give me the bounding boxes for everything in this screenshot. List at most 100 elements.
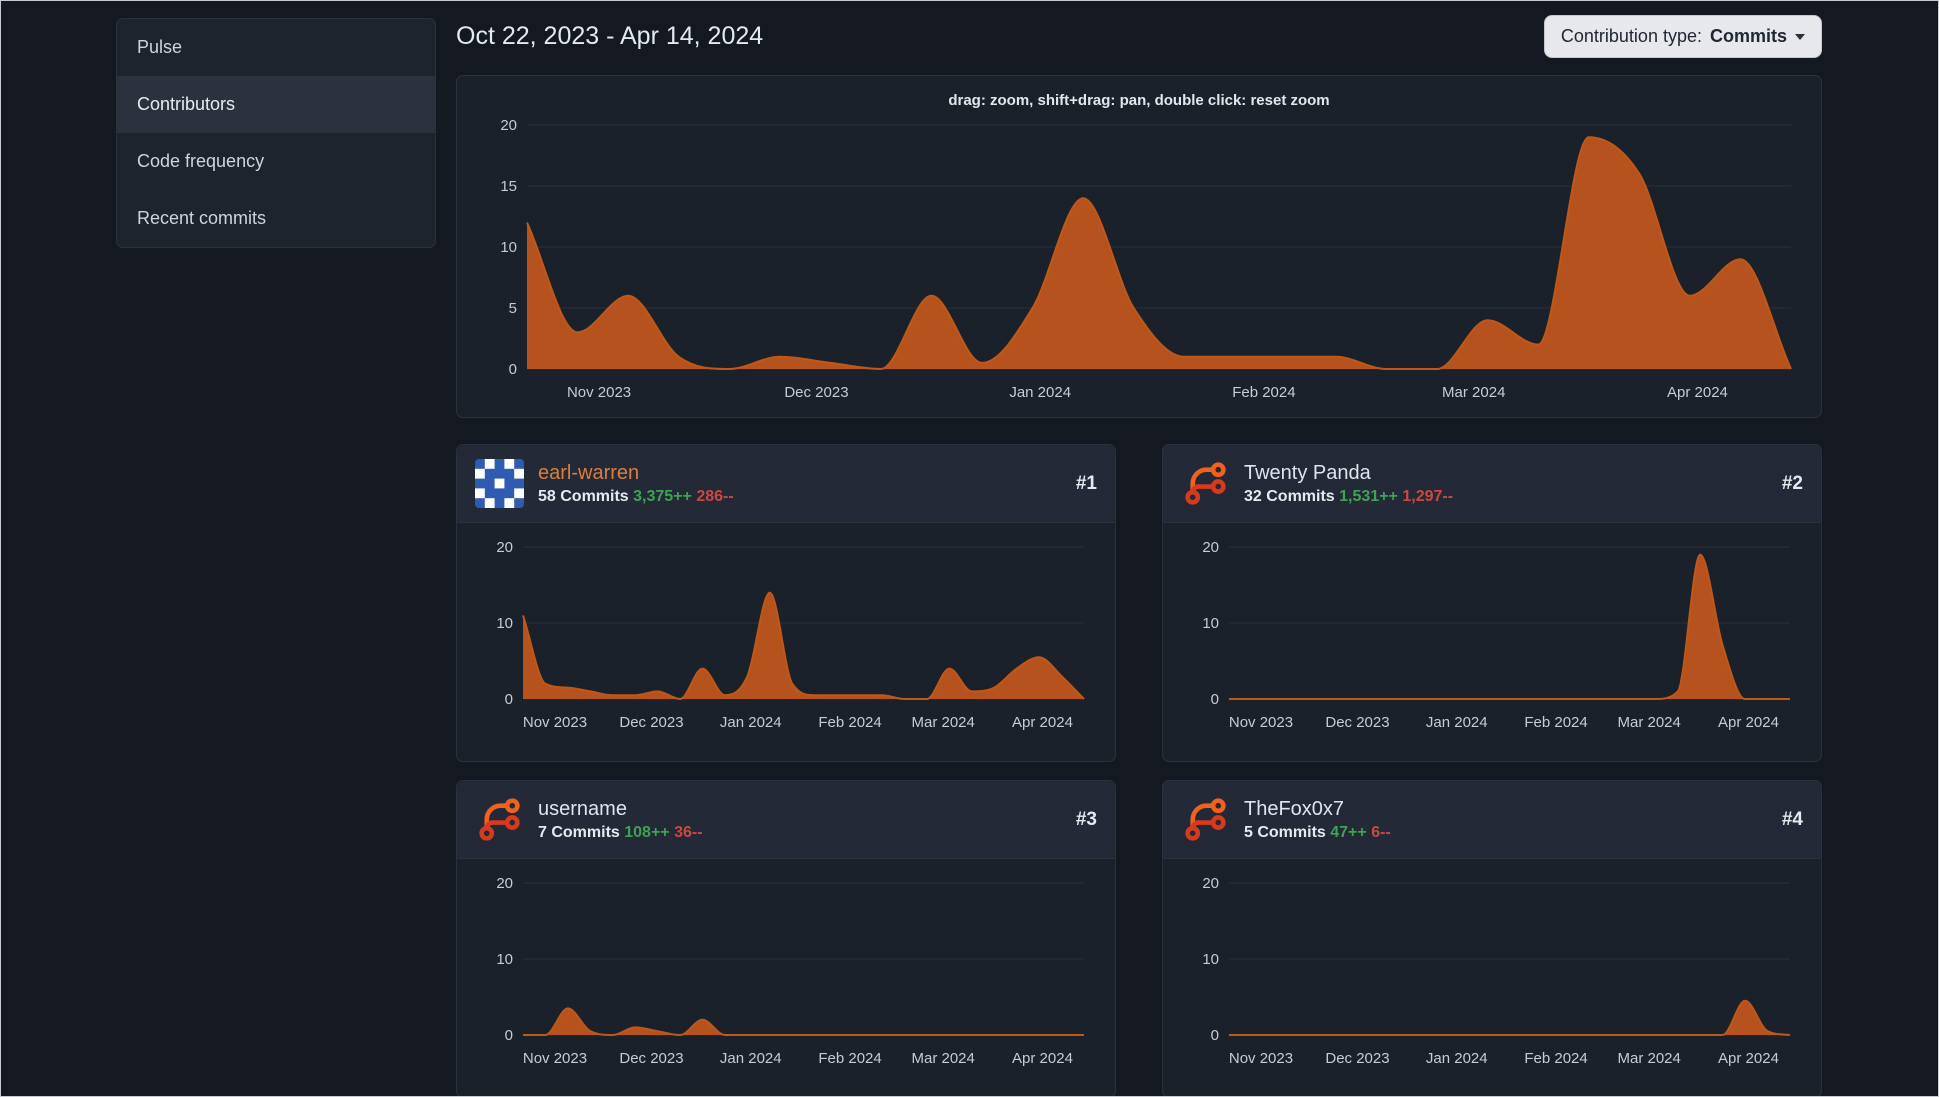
contributor-info: earl-warren 58 Commits 3,375++ 286-- bbox=[538, 462, 1062, 506]
svg-text:Mar 2024: Mar 2024 bbox=[912, 714, 975, 731]
overall-activity-card: drag: zoom, shift+drag: pan, double clic… bbox=[456, 75, 1822, 418]
additions-count: 47++ bbox=[1330, 823, 1367, 841]
contributor-card: Twenty Panda 32 Commits 1,531++ 1,297-- … bbox=[1162, 444, 1822, 762]
svg-text:Dec 2023: Dec 2023 bbox=[784, 384, 848, 401]
deletions-count: 36-- bbox=[674, 823, 703, 841]
svg-text:10: 10 bbox=[496, 951, 513, 968]
contributor-chart-wrap: 0 10 20 Nov 2023 Dec 2023 Jan 2024 Feb 2024 Mar… bbox=[457, 859, 1115, 1079]
deletions-count: 6-- bbox=[1371, 823, 1391, 841]
svg-text:20: 20 bbox=[496, 539, 513, 556]
forgejo-logo-icon[interactable] bbox=[475, 795, 524, 844]
deletions-count: 286-- bbox=[696, 487, 734, 505]
sidebar-item-recent-commits[interactable]: Recent commits bbox=[117, 190, 435, 247]
contribution-type-label: Contribution type: bbox=[1560, 26, 1702, 46]
contributor-card-header: earl-warren 58 Commits 3,375++ 286-- #1 bbox=[457, 445, 1115, 523]
contributor-card: TheFox0x7 5 Commits 47++ 6-- #4 0 10 20 Nov… bbox=[1162, 780, 1822, 1096]
svg-text:5: 5 bbox=[509, 300, 517, 317]
svg-text:0: 0 bbox=[1211, 691, 1219, 708]
additions-count: 108++ bbox=[624, 823, 670, 841]
svg-text:Nov 2023: Nov 2023 bbox=[523, 1050, 587, 1067]
svg-text:Nov 2023: Nov 2023 bbox=[1229, 714, 1293, 731]
svg-text:10: 10 bbox=[496, 615, 513, 632]
svg-text:10: 10 bbox=[1202, 615, 1219, 632]
contribution-type-dropdown[interactable]: Contribution type: Commits bbox=[1543, 15, 1822, 58]
svg-text:0: 0 bbox=[505, 1027, 513, 1044]
rank-badge: #3 bbox=[1075, 808, 1097, 830]
commits-count: 58 Commits bbox=[538, 487, 629, 505]
contributor-name[interactable]: username bbox=[538, 798, 627, 821]
contributor-name[interactable]: TheFox0x7 bbox=[1244, 798, 1344, 821]
contributor-chart[interactable]: 0 10 20 Nov 2023 Dec 2023 Jan 2024 Feb 2024 Mar… bbox=[1179, 871, 1804, 1079]
svg-text:0: 0 bbox=[1211, 1027, 1219, 1044]
rank-badge: #4 bbox=[1781, 808, 1803, 830]
overall-activity-chart[interactable]: 0 5 10 15 20 Nov 2023 Dec 2023 Jan 2024 Feb 2024… bbox=[477, 113, 1805, 413]
forgejo-logo-icon[interactable] bbox=[1181, 795, 1230, 844]
contributor-card: earl-warren 58 Commits 3,375++ 286-- #1 … bbox=[456, 444, 1116, 762]
contributor-stats: 7 Commits 108++ 36-- bbox=[538, 824, 1062, 842]
svg-text:Feb 2024: Feb 2024 bbox=[1524, 714, 1587, 731]
contributor-info: TheFox0x7 5 Commits 47++ 6-- bbox=[1244, 798, 1768, 842]
svg-text:Apr 2024: Apr 2024 bbox=[1718, 1050, 1779, 1067]
rank-badge: #2 bbox=[1781, 472, 1803, 494]
sidebar-item-contributors[interactable]: Contributors bbox=[117, 76, 435, 133]
rank-badge: #1 bbox=[1075, 472, 1097, 494]
additions-count: 3,375++ bbox=[633, 487, 692, 505]
avatar-identicon[interactable] bbox=[475, 459, 524, 508]
svg-text:Dec 2023: Dec 2023 bbox=[619, 714, 683, 731]
date-range-title: Oct 22, 2023 - Apr 14, 2024 bbox=[456, 22, 764, 50]
contributor-chart[interactable]: 0 10 20 Nov 2023 Dec 2023 Jan 2024 Feb 2024 Mar… bbox=[1179, 535, 1804, 743]
contributor-card-header: TheFox0x7 5 Commits 47++ 6-- #4 bbox=[1163, 781, 1821, 859]
svg-text:Mar 2024: Mar 2024 bbox=[1442, 384, 1505, 401]
contributor-info: username 7 Commits 108++ 36-- bbox=[538, 798, 1062, 842]
svg-text:Feb 2024: Feb 2024 bbox=[1524, 1050, 1587, 1067]
contributor-name[interactable]: Twenty Panda bbox=[1244, 462, 1371, 485]
svg-text:Dec 2023: Dec 2023 bbox=[1325, 1050, 1389, 1067]
svg-text:20: 20 bbox=[1202, 539, 1219, 556]
svg-text:20: 20 bbox=[496, 875, 513, 892]
zoom-hint: drag: zoom, shift+drag: pan, double clic… bbox=[948, 92, 1330, 109]
commits-count: 5 Commits bbox=[1244, 823, 1326, 841]
svg-text:Apr 2024: Apr 2024 bbox=[1718, 714, 1779, 731]
sidebar-item-pulse[interactable]: Pulse bbox=[117, 19, 435, 76]
svg-text:Jan 2024: Jan 2024 bbox=[1426, 1050, 1488, 1067]
svg-text:0: 0 bbox=[505, 691, 513, 708]
contributor-chart[interactable]: 0 10 20 Nov 2023 Dec 2023 Jan 2024 Feb 2024 Mar… bbox=[473, 535, 1098, 743]
sidebar-menu: Pulse Contributors Code frequency Recent… bbox=[116, 18, 436, 248]
topbar: Oct 22, 2023 - Apr 14, 2024 Contribution… bbox=[456, 15, 1822, 58]
svg-text:Feb 2024: Feb 2024 bbox=[1232, 384, 1295, 401]
svg-text:0: 0 bbox=[509, 361, 517, 378]
svg-text:Mar 2024: Mar 2024 bbox=[1618, 1050, 1681, 1067]
contributor-chart[interactable]: 0 10 20 Nov 2023 Dec 2023 Jan 2024 Feb 2024 Mar… bbox=[473, 871, 1098, 1079]
contributor-name[interactable]: earl-warren bbox=[538, 462, 639, 485]
contributor-stats: 32 Commits 1,531++ 1,297-- bbox=[1244, 488, 1768, 506]
svg-text:Nov 2023: Nov 2023 bbox=[567, 384, 631, 401]
svg-text:Nov 2023: Nov 2023 bbox=[523, 714, 587, 731]
commits-count: 7 Commits bbox=[538, 823, 620, 841]
commits-count: 32 Commits bbox=[1244, 487, 1335, 505]
svg-text:Jan 2024: Jan 2024 bbox=[720, 714, 782, 731]
svg-text:Dec 2023: Dec 2023 bbox=[1325, 714, 1389, 731]
contributor-chart-wrap: 0 10 20 Nov 2023 Dec 2023 Jan 2024 Feb 2024 Mar… bbox=[1163, 859, 1821, 1079]
svg-text:Apr 2024: Apr 2024 bbox=[1667, 384, 1728, 401]
additions-count: 1,531++ bbox=[1339, 487, 1398, 505]
forgejo-logo-icon[interactable] bbox=[1181, 459, 1230, 508]
svg-text:Dec 2023: Dec 2023 bbox=[619, 1050, 683, 1067]
contributor-stats: 5 Commits 47++ 6-- bbox=[1244, 824, 1768, 842]
contributor-card-header: username 7 Commits 108++ 36-- #3 bbox=[457, 781, 1115, 859]
svg-text:10: 10 bbox=[500, 239, 517, 256]
sidebar-item-code-frequency[interactable]: Code frequency bbox=[117, 133, 435, 190]
svg-text:Jan 2024: Jan 2024 bbox=[1009, 384, 1071, 401]
chevron-down-icon bbox=[1795, 34, 1805, 45]
svg-text:Apr 2024: Apr 2024 bbox=[1012, 714, 1073, 731]
contributor-cards-grid: earl-warren 58 Commits 3,375++ 286-- #1 … bbox=[456, 444, 1822, 1096]
main-content: Oct 22, 2023 - Apr 14, 2024 Contribution… bbox=[456, 1, 1822, 1096]
svg-text:Mar 2024: Mar 2024 bbox=[1618, 714, 1681, 731]
contribution-type-value: Commits bbox=[1709, 26, 1787, 46]
contributor-info: Twenty Panda 32 Commits 1,531++ 1,297-- bbox=[1244, 462, 1768, 506]
contributor-stats: 58 Commits 3,375++ 286-- bbox=[538, 488, 1062, 506]
contributor-card: username 7 Commits 108++ 36-- #3 0 10 20 No… bbox=[456, 780, 1116, 1096]
contributor-chart-wrap: 0 10 20 Nov 2023 Dec 2023 Jan 2024 Feb 2024 Mar… bbox=[1163, 523, 1821, 743]
svg-text:20: 20 bbox=[1202, 875, 1219, 892]
svg-text:Mar 2024: Mar 2024 bbox=[912, 1050, 975, 1067]
contributor-card-header: Twenty Panda 32 Commits 1,531++ 1,297-- … bbox=[1163, 445, 1821, 523]
